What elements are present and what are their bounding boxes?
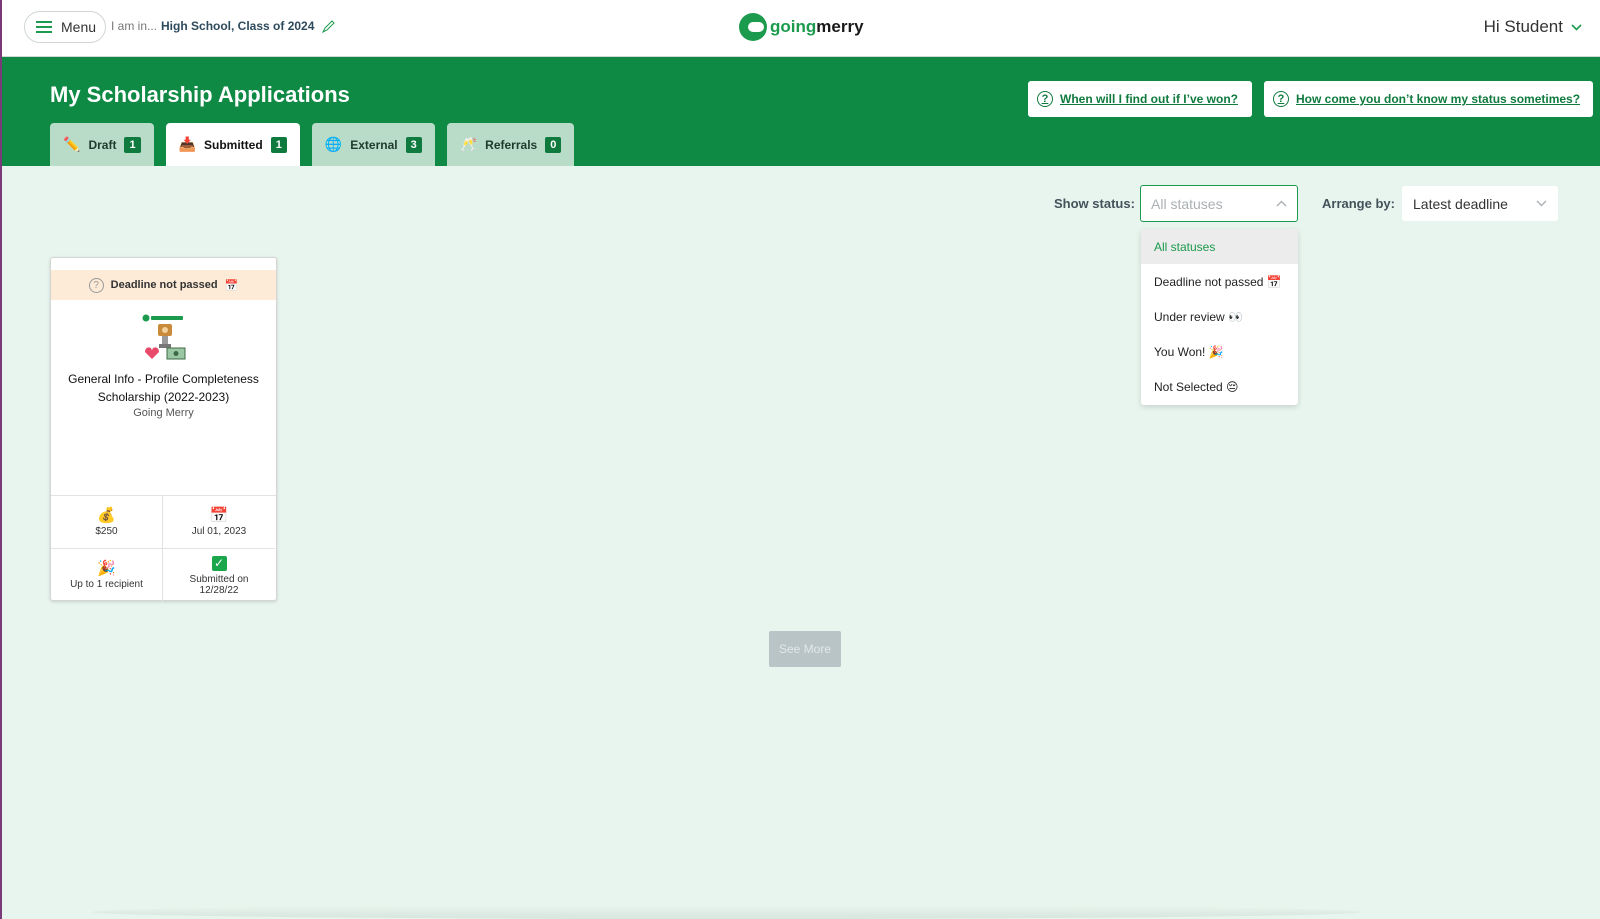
tab-draft[interactable]: ✏️ Draft 1 [50, 123, 154, 166]
logo-mark-icon [739, 13, 767, 41]
pencil-icon: ✏️ [63, 136, 81, 152]
calendar-icon: 📅 [209, 506, 229, 524]
status-option-not-selected[interactable]: Not Selected 😔 [1141, 369, 1298, 404]
chevron-down-icon [1571, 23, 1582, 31]
tab-count-badge: 3 [405, 136, 422, 153]
tab-external[interactable]: 🌐 External 3 [311, 123, 435, 166]
card-recipients: 🎉 Up to 1 recipient [51, 549, 163, 602]
going-merry-logo[interactable]: goingmerry [739, 13, 864, 41]
question-icon: ? [88, 277, 104, 293]
card-status-label: Deadline not passed [110, 279, 218, 291]
logo-word-going: going [770, 17, 817, 36]
arrange-select[interactable]: Latest deadline [1402, 186, 1558, 221]
menu-button[interactable]: Menu [24, 11, 106, 43]
tab-referrals[interactable]: 🥂 Referrals 0 [446, 123, 575, 166]
status-option-under-review[interactable]: Under review 👀 [1141, 299, 1298, 334]
card-submitted: ✓ Submitted on 12/28/22 [163, 549, 275, 602]
card-details-grid: 💰 $250 📅 Jul 01, 2023 🎉 Up to 1 recipien… [51, 495, 276, 602]
arrange-by-label: Arrange by: [1322, 196, 1395, 211]
card-title[interactable]: General Info - Profile Completeness Scho… [57, 370, 270, 406]
tab-label: Submitted [204, 137, 263, 152]
tab-label: Draft [88, 137, 117, 152]
card-organization: Going Merry [133, 407, 194, 419]
card-amount: 💰 $250 [51, 496, 163, 549]
tab-count-badge: 1 [124, 136, 141, 153]
tab-count-badge: 1 [270, 136, 287, 153]
tab-submitted[interactable]: 📥 Submitted 1 [165, 123, 300, 166]
calendar-icon: 📅 [224, 279, 239, 292]
inbox-tray-icon: 📥 [178, 136, 197, 152]
scholarship-logo-icon [142, 314, 186, 360]
question-icon: ? [1273, 91, 1289, 107]
top-bar: Menu I am in... High School, Class of 20… [2, 0, 1600, 57]
logo-word-merry: merry [816, 17, 864, 36]
tab-label: External [350, 137, 398, 152]
status-option-all[interactable]: All statuses [1141, 229, 1298, 264]
application-tabs: ✏️ Draft 1 📥 Submitted 1 🌐 External 3 🥂 … [50, 123, 575, 166]
status-select-value: All statuses [1151, 195, 1223, 212]
show-status-label: Show status: [1054, 196, 1135, 211]
education-level-selector[interactable]: I am in... High School, Class of 2024 [111, 19, 336, 33]
scholarship-card[interactable]: ? Deadline not passed 📅 General Info - P… [50, 257, 277, 602]
submitted-line1: Submitted on [189, 573, 249, 585]
arrange-select-value: Latest deadline [1413, 195, 1508, 212]
user-greeting: Hi Student [1483, 17, 1563, 36]
status-dropdown-menu: All statuses Deadline not passed 📅 Under… [1141, 229, 1298, 405]
see-more-button[interactable]: See More [769, 631, 841, 667]
chevron-up-icon [1276, 200, 1287, 207]
page-header: My Scholarship Applications ? When will … [2, 57, 1600, 166]
tab-label: Referrals [485, 137, 538, 152]
user-menu[interactable]: Hi Student [1484, 17, 1582, 37]
status-select[interactable]: All statuses [1140, 185, 1298, 222]
status-option-you-won[interactable]: You Won! 🎉 [1141, 334, 1298, 369]
help-when-won-link[interactable]: ? When will I find out if I’ve won? [1028, 81, 1252, 117]
menu-label: Menu [61, 19, 97, 35]
deadline-value: Jul 01, 2023 [191, 525, 247, 537]
card-deadline: 📅 Jul 01, 2023 [163, 496, 275, 549]
page-title: My Scholarship Applications [50, 82, 350, 107]
check-mark-icon: ✓ [211, 555, 227, 571]
globe-icon: 🌐 [324, 136, 343, 152]
question-icon: ? [1037, 91, 1053, 107]
iam-prefix: I am in... [111, 19, 158, 33]
amount-value: $250 [95, 525, 118, 537]
hamburger-icon [36, 21, 52, 33]
help-status-link[interactable]: ? How come you don’t know my status some… [1264, 81, 1593, 117]
help-status-label: How come you don’t know my status someti… [1296, 92, 1581, 106]
card-status-banner: ? Deadline not passed 📅 [51, 270, 276, 300]
submitted-date: 12/28/22 [199, 584, 239, 596]
money-bag-icon: 💰 [97, 506, 116, 524]
bottom-shadow [92, 905, 1362, 919]
status-option-deadline-not-passed[interactable]: Deadline not passed 📅 [1141, 264, 1298, 299]
recipients-value: Up to 1 recipient [70, 579, 143, 590]
party-popper-icon: 🎉 [97, 560, 116, 577]
tab-count-badge: 0 [545, 136, 562, 153]
pencil-icon[interactable] [322, 19, 336, 33]
clinking-glasses-icon: 🥂 [459, 136, 478, 152]
chevron-down-icon [1536, 200, 1547, 207]
help-when-won-label: When will I find out if I’ve won? [1060, 92, 1238, 106]
iam-value: High School, Class of 2024 [161, 19, 315, 33]
